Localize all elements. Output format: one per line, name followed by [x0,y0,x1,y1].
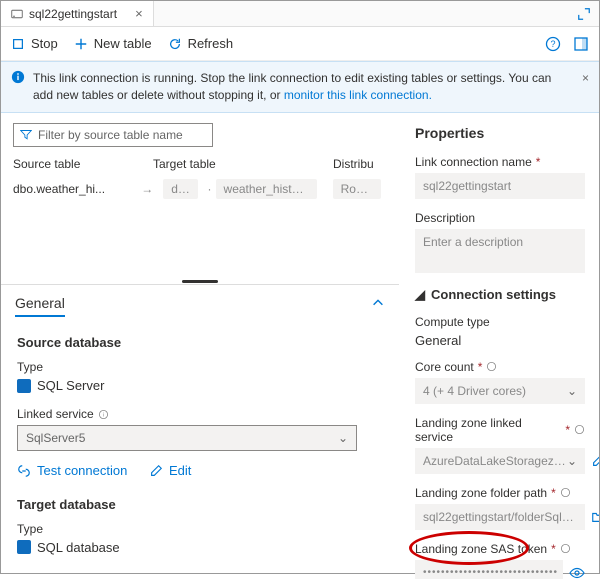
filter-placeholder: Filter by source table name [38,128,183,142]
sas-token-input[interactable]: •••••••••••••••••••••••••••••• [415,560,563,579]
banner-text: This link connection is running. Stop th… [33,70,574,104]
lz-linked-dropdown[interactable]: AzureDataLakeStoragezcyev2sa⌄ [415,448,585,474]
info-banner: This link connection is running. Stop th… [1,61,599,113]
col-distribution[interactable]: Distribu [333,157,387,171]
folder-icon[interactable] [591,510,599,524]
info-icon[interactable] [560,543,571,554]
chevron-down-icon: ⌄ [567,384,577,398]
svg-text:i: i [103,412,104,418]
target-schema: dbo [163,179,197,199]
chevron-down-icon: ⌄ [338,431,348,445]
col-target[interactable]: Target table [153,157,333,171]
help-icon[interactable]: ? [545,36,561,52]
info-icon[interactable] [560,487,571,498]
lz-linked-label: Landing zone linked service * [415,416,585,444]
monitor-link[interactable]: monitor this link connection. [284,88,432,102]
refresh-label: Refresh [188,36,234,51]
plus-icon [74,37,88,51]
sql-database-icon [17,540,31,554]
splitter-handle[interactable] [1,280,399,284]
info-icon[interactable] [486,361,497,372]
info-icon [11,70,25,104]
type-label-2: Type [17,522,383,536]
tab-bar: sql22gettingstart × [1,1,599,27]
filter-input[interactable]: Filter by source table name [13,123,213,147]
edit-icon[interactable] [591,454,599,468]
description-input[interactable]: Enter a description [415,229,585,273]
refresh-icon [168,37,182,51]
tab-link-connection[interactable]: sql22gettingstart × [1,1,154,26]
source-type-value: SQL Server [37,378,104,393]
link-connection-icon [11,8,23,20]
info-icon[interactable] [574,424,585,435]
linked-service-label: Linked service i [17,407,383,421]
refresh-button[interactable]: Refresh [168,36,234,51]
new-table-button[interactable]: New table [74,36,152,51]
source-db-heading: Source database [17,335,383,350]
properties-title: Properties [415,125,585,141]
connection-settings-header[interactable]: ◢ Connection settings [415,287,585,303]
svg-text:?: ? [550,39,555,49]
panel-toggle-icon[interactable] [573,36,589,52]
tab-title: sql22gettingstart [29,7,117,21]
new-table-label: New table [94,36,152,51]
name-input[interactable]: sql22gettingstart [415,173,585,199]
linked-service-dropdown[interactable]: SqlServer5 ⌄ [17,425,357,451]
sql-server-icon [17,379,31,393]
lz-token-label: Landing zone SAS token * [415,542,585,556]
target-table: weather_history... [216,179,318,199]
description-label: Description [415,211,585,225]
target-db-heading: Target database [17,497,383,512]
info-icon[interactable]: i [98,409,109,420]
stop-label: Stop [31,36,58,51]
filter-icon [20,129,32,141]
core-count-label: Core count * [415,360,585,374]
caret-down-icon: ◢ [415,287,425,303]
chevron-up-icon [371,296,385,310]
banner-close-icon[interactable]: × [582,70,589,104]
edit-button[interactable]: Edit [149,463,191,478]
stop-button[interactable]: Stop [11,36,58,51]
test-connection-button[interactable]: Test connection [17,463,127,478]
distribution-value: Round [333,179,381,199]
arrow-icon: → [141,182,153,196]
source-table-name: dbo.weather_hi... [13,182,105,196]
toolbar: Stop New table Refresh ? [1,27,599,61]
compute-type-label: Compute type [415,315,585,329]
table-row[interactable]: dbo.weather_hi... → dbo · weather_histor… [1,171,399,207]
lz-folder-input[interactable]: sql22gettingstart/folderSql22gettin... [415,504,585,530]
name-label: Link connection name * [415,155,585,169]
linked-service-value: SqlServer5 [26,431,85,445]
type-label: Type [17,360,383,374]
core-count-dropdown[interactable]: 4 (+ 4 Driver cores)⌄ [415,378,585,404]
target-type-value: SQL database [37,540,120,555]
eye-icon[interactable] [569,565,585,579]
chevron-down-icon: ⌄ [567,454,577,468]
lz-folder-label: Landing zone folder path * [415,486,585,500]
expand-icon[interactable] [577,7,591,21]
col-source[interactable]: Source table [13,157,153,171]
close-icon[interactable]: × [135,6,143,21]
table-header: Source table Target table Distribu [1,157,399,171]
stop-icon [11,37,25,51]
properties-panel: Properties Link connection name * sql22g… [399,113,599,579]
general-header[interactable]: General [1,284,399,315]
compute-type-value: General [415,333,585,348]
general-title: General [15,295,65,311]
